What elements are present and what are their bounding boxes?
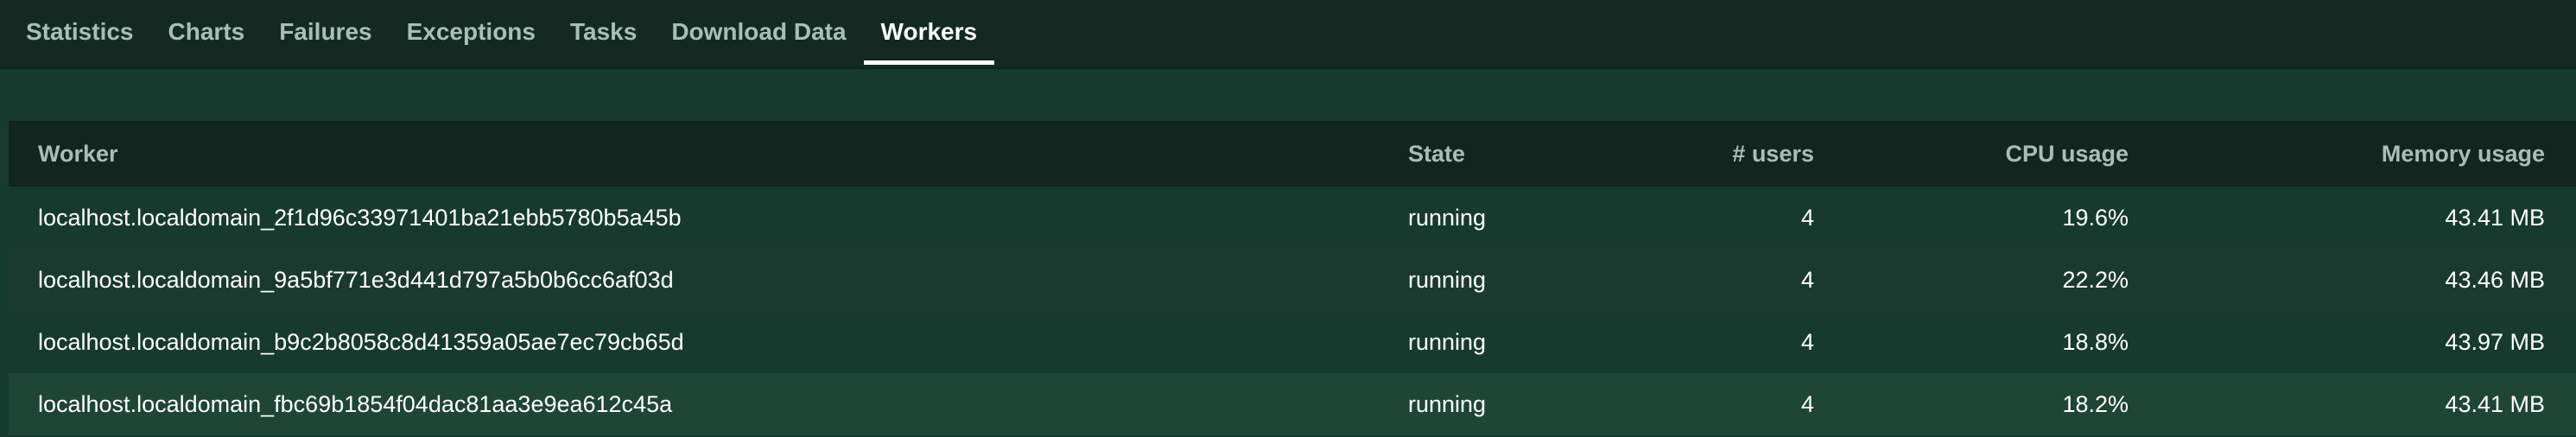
users-cell: 4 — [1800, 328, 1814, 355]
table-row: localhost.localdomain_fbc69b1854f04dac81… — [9, 373, 2576, 435]
cpu-usage-cell: 22.2% — [2062, 266, 2129, 293]
table-header: Worker State # users CPU usage Memory us… — [9, 121, 2576, 187]
cpu-usage-cell: 18.8% — [2062, 328, 2129, 355]
memory-usage-cell: 43.41 MB — [2445, 204, 2545, 231]
column-header-users[interactable]: # users — [1586, 121, 1845, 187]
tab-failures[interactable]: Failures — [262, 0, 389, 64]
workers-panel: Worker State # users CPU usage Memory us… — [9, 121, 2576, 437]
worker-name-cell: localhost.localdomain_b9c2b8058c8d41359a… — [38, 328, 684, 355]
state-cell: running — [1408, 204, 1487, 231]
state-cell: running — [1408, 390, 1487, 417]
memory-usage-cell: 43.97 MB — [2445, 328, 2545, 355]
worker-name-cell: localhost.localdomain_9a5bf771e3d441d797… — [38, 266, 674, 293]
workers-table: Worker State # users CPU usage Memory us… — [9, 121, 2576, 435]
tab-bar: Statistics Charts Failures Exceptions Ta… — [0, 0, 2576, 69]
table-body: localhost.localdomain_2f1d96c33971401ba2… — [9, 187, 2576, 435]
tab-charts[interactable]: Charts — [151, 0, 263, 64]
column-header-worker[interactable]: Worker — [9, 121, 1379, 187]
table-row: localhost.localdomain_2f1d96c33971401ba2… — [9, 187, 2576, 249]
users-cell: 4 — [1800, 204, 1814, 231]
cpu-usage-cell: 19.6% — [2062, 204, 2129, 231]
tab-download-data[interactable]: Download Data — [654, 0, 863, 64]
worker-name-cell: localhost.localdomain_2f1d96c33971401ba2… — [38, 204, 682, 231]
memory-usage-cell: 43.46 MB — [2445, 266, 2545, 293]
worker-name-cell: localhost.localdomain_fbc69b1854f04dac81… — [38, 390, 673, 417]
tab-exceptions[interactable]: Exceptions — [390, 0, 553, 64]
column-header-state[interactable]: State — [1379, 121, 1586, 187]
tab-workers[interactable]: Workers — [863, 0, 995, 65]
state-cell: running — [1408, 328, 1487, 355]
users-cell: 4 — [1800, 266, 1814, 293]
tab-list: Statistics Charts Failures Exceptions Ta… — [0, 0, 2576, 69]
users-cell: 4 — [1800, 390, 1814, 417]
memory-usage-cell: 43.41 MB — [2445, 390, 2545, 417]
cpu-usage-cell: 18.2% — [2062, 390, 2129, 417]
column-header-cpu-usage[interactable]: CPU usage — [1845, 121, 2160, 187]
tab-statistics[interactable]: Statistics — [9, 0, 151, 64]
table-row: localhost.localdomain_9a5bf771e3d441d797… — [9, 249, 2576, 311]
tab-tasks[interactable]: Tasks — [553, 0, 654, 64]
table-row: localhost.localdomain_b9c2b8058c8d41359a… — [9, 311, 2576, 373]
table-header-row: Worker State # users CPU usage Memory us… — [9, 121, 2576, 187]
state-cell: running — [1408, 266, 1487, 293]
column-header-memory-usage[interactable]: Memory usage — [2160, 121, 2576, 187]
